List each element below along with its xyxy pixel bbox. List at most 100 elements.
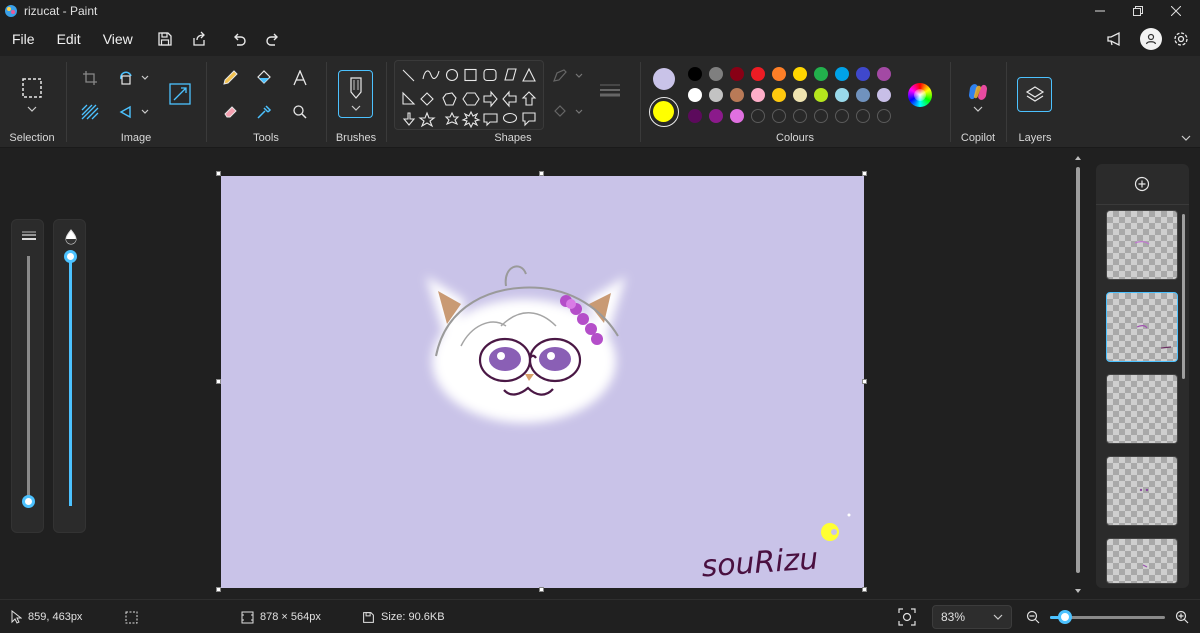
custom-colour-slot[interactable] [772, 109, 786, 123]
remove-background-button[interactable] [80, 102, 100, 122]
restore-button[interactable] [1120, 0, 1156, 22]
resize-handle-bottom[interactable] [539, 587, 544, 592]
line-size-button[interactable] [598, 80, 622, 100]
magnifier-button[interactable] [290, 102, 310, 122]
copilot-button[interactable] [964, 78, 992, 106]
ribbon-collapse-button[interactable] [1178, 132, 1194, 144]
resize-handle-right[interactable] [862, 379, 867, 384]
zoom-slider-thumb[interactable] [1057, 610, 1072, 624]
colour-swatch[interactable] [793, 88, 807, 102]
share-button[interactable] [182, 24, 216, 54]
zoom-out-button[interactable] [1026, 600, 1040, 633]
outline-button[interactable] [552, 66, 586, 86]
layer-thumbnail[interactable] [1106, 456, 1178, 526]
colour-swatch[interactable] [688, 88, 702, 102]
redo-button[interactable] [256, 24, 290, 54]
tools-label: Tools [253, 132, 279, 144]
crop-button[interactable] [80, 68, 100, 88]
resize-handle-bottom-right[interactable] [862, 587, 867, 592]
colour-swatch[interactable] [709, 88, 723, 102]
colour-swatch[interactable] [814, 88, 828, 102]
selection-label: Selection [9, 132, 55, 144]
colour-swatch[interactable] [835, 88, 849, 102]
colour-swatch[interactable] [772, 88, 786, 102]
brush-size-thumb[interactable] [22, 495, 35, 508]
edit-colours-button[interactable] [908, 83, 932, 107]
resize-button[interactable] [168, 82, 192, 106]
menu-edit[interactable]: Edit [46, 22, 92, 56]
add-layer-button[interactable] [1132, 174, 1152, 194]
menu-file[interactable]: File [1, 22, 46, 56]
opacity-slider[interactable] [53, 219, 86, 533]
colour-swatch[interactable] [688, 109, 702, 123]
layer-thumbnail[interactable] [1106, 210, 1178, 280]
colour-swatch[interactable] [856, 67, 870, 81]
drawing-canvas[interactable]: souRizu [221, 176, 864, 588]
colour2-ring[interactable] [649, 97, 679, 127]
close-button[interactable] [1158, 0, 1194, 22]
custom-colour-slot[interactable] [877, 109, 891, 123]
layers-button[interactable] [1017, 77, 1052, 112]
workspace: souRizu [0, 149, 1090, 599]
gear-icon [1174, 32, 1188, 46]
layer-thumbnail-selected[interactable] [1106, 292, 1178, 362]
colour-swatch[interactable] [835, 67, 849, 81]
fill-button[interactable] [254, 68, 274, 88]
opacity-thumb[interactable] [64, 250, 77, 263]
restore-icon [1133, 6, 1143, 16]
colour-swatch[interactable] [688, 67, 702, 81]
rotate-button[interactable] [118, 68, 152, 88]
resize-handle-left[interactable] [216, 379, 221, 384]
shapes-gallery[interactable] [394, 60, 544, 130]
brush-size-slider[interactable] [11, 219, 44, 533]
flip-button[interactable] [118, 102, 152, 122]
text-button[interactable] [290, 68, 310, 88]
custom-colour-slot[interactable] [856, 109, 870, 123]
brushes-button[interactable] [338, 70, 373, 118]
feedback-button[interactable] [1098, 24, 1132, 54]
colour-swatch[interactable] [730, 88, 744, 102]
colour1-swatch[interactable] [653, 68, 675, 90]
custom-colour-slot[interactable] [751, 109, 765, 123]
zoom-in-button[interactable] [1175, 600, 1189, 633]
rectangle-select-button[interactable] [20, 76, 44, 100]
custom-colour-slot[interactable] [793, 109, 807, 123]
resize-handle-top-left[interactable] [216, 171, 221, 176]
colour-swatch[interactable] [877, 88, 891, 102]
colour-swatch[interactable] [730, 67, 744, 81]
colour-swatch[interactable] [709, 109, 723, 123]
colour-swatch[interactable] [877, 67, 891, 81]
colour-swatch[interactable] [730, 109, 744, 123]
colour-swatch[interactable] [709, 67, 723, 81]
canvas-vertical-scrollbar[interactable] [1073, 155, 1083, 595]
copilot-dropdown[interactable] [972, 104, 984, 114]
account-avatar[interactable] [1140, 28, 1162, 50]
undo-button[interactable] [222, 24, 256, 54]
settings-button[interactable] [1170, 24, 1192, 54]
colour-swatch[interactable] [814, 67, 828, 81]
custom-colour-slot[interactable] [835, 109, 849, 123]
colour-swatch[interactable] [751, 67, 765, 81]
layer-thumbnail[interactable] [1106, 538, 1178, 584]
shape-fill-button[interactable] [552, 102, 586, 122]
colour-swatch[interactable] [793, 67, 807, 81]
resize-handle-bottom-left[interactable] [216, 587, 221, 592]
selection-dropdown[interactable] [26, 104, 38, 114]
save-button[interactable] [148, 24, 182, 54]
zoom-dropdown[interactable]: 83% [932, 605, 1012, 629]
shapes-label: Shapes [494, 132, 532, 144]
resize-handle-top-right[interactable] [862, 171, 867, 176]
menu-view[interactable]: View [92, 22, 144, 56]
colour-swatch[interactable] [856, 88, 870, 102]
custom-colour-slot[interactable] [814, 109, 828, 123]
layers-scrollbar[interactable] [1182, 214, 1185, 379]
eraser-button[interactable] [220, 102, 240, 122]
layer-thumbnail[interactable] [1106, 374, 1178, 444]
minimize-button[interactable] [1082, 0, 1118, 22]
colour-swatch[interactable] [751, 88, 765, 102]
pencil-button[interactable] [220, 68, 240, 88]
colour-picker-button[interactable] [254, 102, 274, 122]
fit-to-window-button[interactable] [898, 600, 916, 633]
resize-handle-top[interactable] [539, 171, 544, 176]
colour-swatch[interactable] [772, 67, 786, 81]
